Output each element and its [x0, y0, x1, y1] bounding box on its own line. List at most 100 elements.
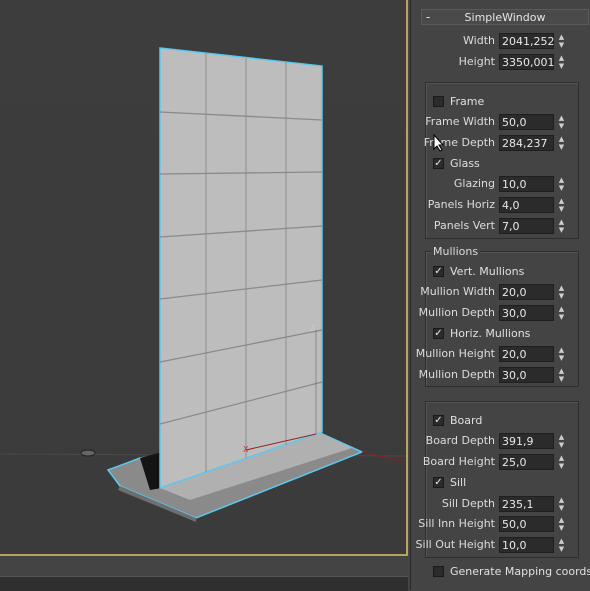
mullion-width-label: Mullion Width: [420, 285, 495, 298]
width-label: Width: [463, 34, 495, 47]
timeline-bar[interactable]: [0, 576, 408, 591]
rollout-simplewindow[interactable]: - SimpleWindow: [421, 9, 589, 25]
x-axis-label: X: [243, 445, 249, 454]
spinner-down-icon[interactable]: ▼: [556, 122, 567, 130]
panels-horiz-spinner[interactable]: 4,0 ▲ ▼: [499, 197, 569, 213]
frame-width-row: Frame Width 50,0 ▲ ▼: [421, 114, 569, 130]
spinner-down-icon[interactable]: ▼: [556, 41, 567, 49]
glazing-spinner[interactable]: 10,0 ▲ ▼: [499, 176, 569, 192]
modifier-panel: - SimpleWindow Width 2041,252 ▲ ▼ Height …: [410, 0, 590, 590]
width-field[interactable]: 2041,252: [499, 33, 555, 49]
frame-depth-spinner[interactable]: 284,237 ▲ ▼: [499, 135, 569, 151]
width-spinner[interactable]: 2041,252 ▲ ▼: [499, 33, 569, 49]
spinner-down-icon[interactable]: ▼: [556, 205, 567, 213]
panels-vert-field[interactable]: 7,0: [499, 218, 554, 234]
height-row: Height 3350,001 ▲ ▼: [421, 54, 569, 70]
sill-depth-spinner[interactable]: 235,1 ▲ ▼: [499, 496, 569, 512]
spinner-up-icon[interactable]: ▲: [556, 33, 567, 41]
height-spinner[interactable]: 3350,001 ▲ ▼: [499, 54, 569, 70]
board-checkbox[interactable]: ✓: [433, 415, 444, 426]
board-depth-spinner[interactable]: 391,9 ▲ ▼: [499, 433, 569, 449]
spinner-up-icon[interactable]: ▲: [556, 218, 567, 226]
v-mullion-depth-field[interactable]: 30,0: [499, 305, 554, 321]
spinner-up-icon[interactable]: ▲: [556, 284, 567, 292]
board-height-field[interactable]: 25,0: [499, 454, 554, 470]
spinner-up-icon[interactable]: ▲: [556, 516, 567, 524]
glass-checkbox[interactable]: ✓: [433, 158, 444, 169]
h-mullion-depth-field[interactable]: 30,0: [499, 367, 554, 383]
spinner-up-icon[interactable]: ▲: [556, 135, 567, 143]
v-mullion-depth-row: Mullion Depth 30,0 ▲ ▼: [419, 305, 569, 321]
spinner-down-icon[interactable]: ▼: [556, 313, 567, 321]
sill-out-height-row: Sill Out Height 10,0 ▲ ▼: [416, 537, 569, 553]
height-label: Height: [458, 55, 495, 68]
width-row: Width 2041,252 ▲ ▼: [421, 33, 569, 49]
spinner-down-icon[interactable]: ▼: [556, 504, 567, 512]
mullion-width-spinner[interactable]: 20,0 ▲ ▼: [499, 284, 569, 300]
spinner-down-icon[interactable]: ▼: [556, 62, 567, 70]
glass-label: Glass: [450, 157, 480, 170]
sill-checkbox[interactable]: ✓: [433, 477, 444, 488]
window-mesh: [159, 47, 323, 490]
spinner-down-icon[interactable]: ▼: [556, 441, 567, 449]
sill-depth-row: Sill Depth 235,1 ▲ ▼: [421, 496, 569, 512]
sill-inn-height-spinner[interactable]: 50,0 ▲ ▼: [499, 516, 569, 532]
spinner-down-icon[interactable]: ▼: [556, 143, 567, 151]
spinner-down-icon[interactable]: ▼: [556, 226, 567, 234]
spinner-up-icon[interactable]: ▲: [556, 305, 567, 313]
panels-horiz-field[interactable]: 4,0: [499, 197, 554, 213]
vert-mullions-checkbox[interactable]: ✓: [433, 266, 444, 277]
spinner-up-icon[interactable]: ▲: [556, 346, 567, 354]
spinner-up-icon[interactable]: ▲: [556, 496, 567, 504]
perspective-viewport[interactable]: Z X: [0, 0, 408, 556]
mullion-height-field[interactable]: 20,0: [499, 346, 554, 362]
panels-vert-spinner[interactable]: 7,0 ▲ ▼: [499, 218, 569, 234]
spinner-down-icon[interactable]: ▼: [556, 545, 567, 553]
mullion-height-spinner[interactable]: 20,0 ▲ ▼: [499, 346, 569, 362]
panels-horiz-label: Panels Horiz: [427, 198, 495, 211]
v-mullion-depth-spinner[interactable]: 30,0 ▲ ▼: [499, 305, 569, 321]
h-mullion-depth-spinner[interactable]: 30,0 ▲ ▼: [499, 367, 569, 383]
sill-inn-height-row: Sill Inn Height 50,0 ▲ ▼: [418, 516, 569, 532]
spinner-up-icon[interactable]: ▲: [556, 454, 567, 462]
frame-width-field[interactable]: 50,0: [499, 114, 554, 130]
sill-inn-height-label: Sill Inn Height: [418, 517, 495, 530]
height-field[interactable]: 3350,001: [499, 54, 555, 70]
board-height-spinner[interactable]: 25,0 ▲ ▼: [499, 454, 569, 470]
spinner-up-icon[interactable]: ▲: [556, 537, 567, 545]
horiz-mullions-checkbox[interactable]: ✓: [433, 328, 444, 339]
spinner-down-icon[interactable]: ▼: [556, 524, 567, 532]
mullion-width-row: Mullion Width 20,0 ▲ ▼: [420, 284, 569, 300]
sill-inn-height-field[interactable]: 50,0: [499, 516, 554, 532]
board-label: Board: [450, 414, 483, 427]
frame-depth-field[interactable]: 284,237: [499, 135, 554, 151]
sill-out-height-label: Sill Out Height: [415, 538, 495, 551]
sill-out-height-spinner[interactable]: 10,0 ▲ ▼: [499, 537, 569, 553]
mapping-coords-label: Generate Mapping coords.: [450, 565, 590, 578]
spinner-down-icon[interactable]: ▼: [556, 354, 567, 362]
glazing-row: Glazing 10,0 ▲ ▼: [421, 176, 569, 192]
mullion-width-field[interactable]: 20,0: [499, 284, 554, 300]
sill-out-height-field[interactable]: 10,0: [499, 537, 554, 553]
spinner-up-icon[interactable]: ▲: [556, 54, 567, 62]
spinner-up-icon[interactable]: ▲: [556, 114, 567, 122]
spinner-up-icon[interactable]: ▲: [556, 176, 567, 184]
glazing-field[interactable]: 10,0: [499, 176, 554, 192]
spinner-up-icon[interactable]: ▲: [556, 433, 567, 441]
frame-width-spinner[interactable]: 50,0 ▲ ▼: [499, 114, 569, 130]
frame-checkbox[interactable]: [433, 96, 444, 107]
viewport-scene: Z X: [0, 47, 406, 522]
spinner-up-icon[interactable]: ▲: [556, 367, 567, 375]
spinner-up-icon[interactable]: ▲: [556, 197, 567, 205]
spinner-down-icon[interactable]: ▼: [556, 184, 567, 192]
spinner-down-icon[interactable]: ▼: [556, 375, 567, 383]
frame-group: [425, 82, 579, 239]
mullion-height-row: Mullion Height 20,0 ▲ ▼: [416, 346, 569, 362]
mullions-group-title: Mullions: [431, 245, 481, 258]
spinner-down-icon[interactable]: ▼: [556, 292, 567, 300]
horiz-mullions-label: Horiz. Mullions: [450, 327, 531, 340]
spinner-down-icon[interactable]: ▼: [556, 462, 567, 470]
sill-depth-field[interactable]: 235,1: [499, 496, 554, 512]
mapping-coords-checkbox[interactable]: [433, 566, 444, 577]
board-depth-field[interactable]: 391,9: [499, 433, 554, 449]
